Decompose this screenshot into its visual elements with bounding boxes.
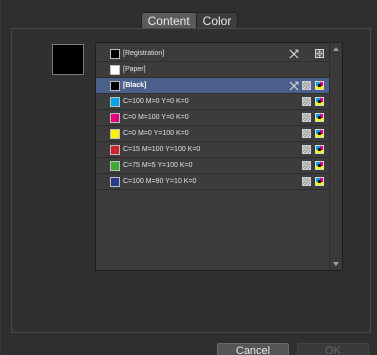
swatch-color-chip — [110, 49, 120, 59]
cmyk-icon — [315, 113, 324, 122]
cancel-button[interactable]: Cancel — [217, 343, 289, 355]
cmyk-icon — [315, 97, 324, 106]
swatch-color-chip — [110, 113, 120, 123]
cmyk-icon — [315, 161, 324, 170]
swatch-color-chip — [110, 81, 120, 91]
dialog-footer: Cancel OK — [1, 343, 377, 355]
registration-icon — [315, 49, 324, 58]
process-grid-icon — [302, 177, 311, 186]
process-grid-icon — [302, 129, 311, 138]
swatch-label: [Black] — [123, 82, 147, 89]
swatch-label: C=100 M=90 Y=10 K=0 — [123, 178, 197, 185]
process-grid-icon — [302, 113, 311, 122]
process-grid-icon — [302, 161, 311, 170]
swatch-label: [Paper] — [123, 66, 146, 73]
swatch-options-dialog: Content Color [Registration] [Paper] [Blac… — [0, 0, 377, 355]
scissors-x-icon — [289, 49, 299, 59]
scroll-down-arrow-icon[interactable] — [333, 262, 339, 266]
cmyk-icon — [315, 177, 324, 186]
process-grid-icon — [302, 145, 311, 154]
swatch-list-rows: [Registration] [Paper] [Black] C=100 M=0 Y=… — [96, 43, 329, 270]
swatch-list-scrollbar[interactable] — [329, 43, 342, 270]
swatch-color-chip — [110, 97, 120, 107]
swatch-label: C=100 M=0 Y=0 K=0 — [123, 98, 189, 105]
swatch-label: C=15 M=100 Y=100 K=0 — [123, 146, 201, 153]
swatch-row[interactable]: [Registration] — [96, 46, 329, 62]
swatch-color-chip — [110, 129, 120, 139]
ok-button[interactable]: OK — [297, 343, 369, 355]
scroll-up-arrow-icon[interactable] — [333, 47, 339, 51]
swatch-row[interactable]: C=100 M=0 Y=0 K=0 — [96, 94, 329, 110]
swatch-row[interactable]: C=0 M=100 Y=0 K=0 — [96, 110, 329, 126]
swatch-color-chip — [110, 65, 120, 75]
swatch-label: C=0 M=0 Y=100 K=0 — [123, 130, 189, 137]
swatch-row[interactable]: [Paper] — [96, 62, 329, 78]
cmyk-icon — [315, 81, 324, 90]
tab-color[interactable]: Color — [195, 13, 238, 29]
swatch-row[interactable]: [Black] — [96, 78, 329, 94]
swatch-row[interactable]: C=100 M=90 Y=10 K=0 — [96, 174, 329, 190]
swatch-color-chip — [110, 177, 120, 187]
tab-content[interactable]: Content — [141, 13, 196, 29]
scissors-x-icon — [289, 81, 299, 91]
swatch-label: C=0 M=100 Y=0 K=0 — [123, 114, 189, 121]
swatch-label: C=75 M=5 Y=100 K=0 — [123, 162, 193, 169]
color-preview-swatch — [52, 44, 84, 75]
swatch-list[interactable]: [Registration] [Paper] [Black] C=100 M=0 Y=… — [95, 42, 343, 271]
swatch-color-chip — [110, 145, 120, 155]
swatch-color-chip — [110, 161, 120, 171]
swatch-label: [Registration] — [123, 50, 165, 57]
swatch-row[interactable]: C=0 M=0 Y=100 K=0 — [96, 126, 329, 142]
process-grid-icon — [302, 97, 311, 106]
cmyk-icon — [315, 145, 324, 154]
cmyk-icon — [315, 129, 324, 138]
process-grid-icon — [302, 81, 311, 90]
swatch-row[interactable]: C=75 M=5 Y=100 K=0 — [96, 158, 329, 174]
swatch-row[interactable]: C=15 M=100 Y=100 K=0 — [96, 142, 329, 158]
